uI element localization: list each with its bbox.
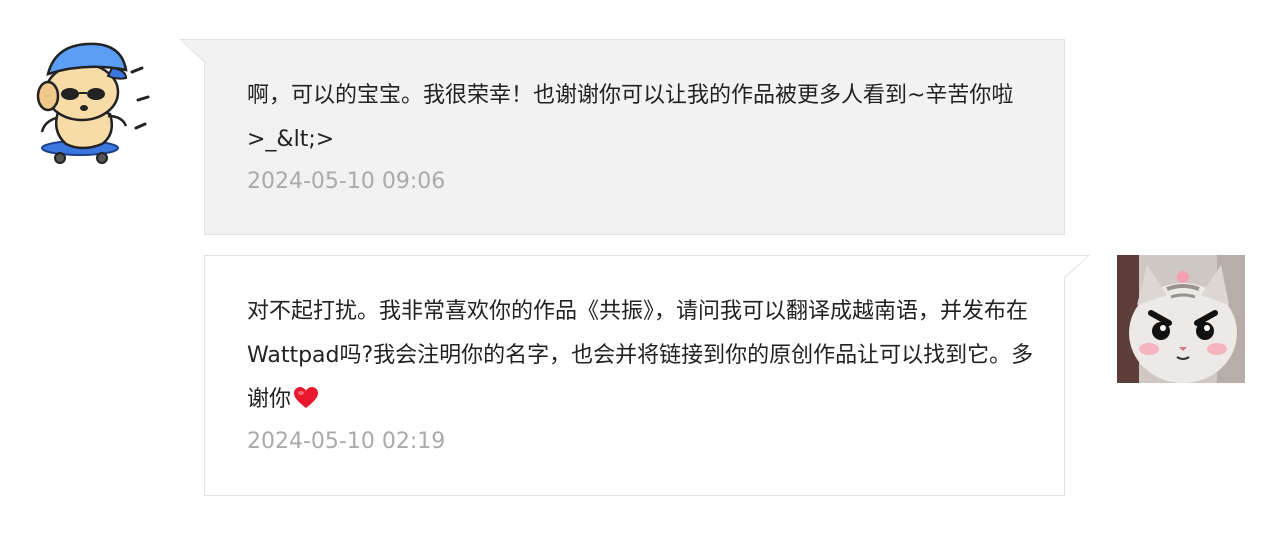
- message-text-content: 对不起打扰。我非常喜欢你的作品《共振》，请问我可以翻译成越南语，并发布在Watt…: [247, 299, 1034, 412]
- grumpy-cat-photo-icon: [1117, 255, 1245, 383]
- received-message-bubble[interactable]: 啊，可以的宝宝。我很荣幸！也谢谢你可以让我的作品被更多人看到~辛苦你啦>_&lt…: [179, 39, 1065, 235]
- message-timestamp: 2024-05-10 02:19: [247, 429, 446, 454]
- message-thread: 啊，可以的宝宝。我很荣幸！也谢谢你可以让我的作品被更多人看到~辛苦你啦>_&lt…: [0, 0, 1262, 558]
- message-text: 对不起打扰。我非常喜欢你的作品《共振》，请问我可以翻译成越南语，并发布在Watt…: [247, 290, 1037, 422]
- heart-icon: [294, 387, 319, 408]
- message-timestamp: 2024-05-10 09:06: [247, 169, 446, 194]
- bubble-tail-fill: [1063, 256, 1088, 278]
- message-text: 啊，可以的宝宝。我很荣幸！也谢谢你可以让我的作品被更多人看到~辛苦你啦>_&lt…: [247, 83, 1014, 152]
- sender-avatar[interactable]: [24, 38, 152, 166]
- sent-message-bubble[interactable]: 对不起打扰。我非常喜欢你的作品《共振》，请问我可以翻译成越南语，并发布在Watt…: [204, 255, 1090, 496]
- bubble-tail-fill: [181, 40, 206, 62]
- user-avatar[interactable]: [1117, 255, 1245, 383]
- cartoon-dog-on-skateboard-icon: [36, 42, 150, 164]
